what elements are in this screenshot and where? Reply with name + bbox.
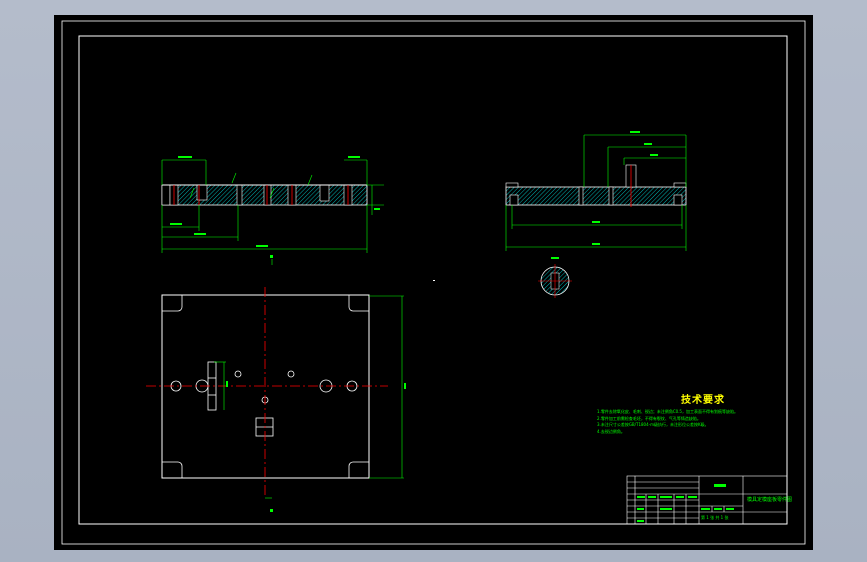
drawing-title: 模具定模座板零件图 (747, 497, 793, 503)
tech-requirement-4: 4.去锐边倒角。 (597, 428, 625, 434)
sheet-info: 第 1 张 共 1 张 (701, 515, 729, 520)
side-section-hatch (505, 186, 687, 206)
detail-view (538, 257, 572, 298)
tech-requirements-title: 技术要求 (681, 395, 725, 406)
outer-frame (61, 20, 806, 545)
plan-view (146, 255, 406, 512)
cad-drawing (61, 20, 806, 545)
side-section-view (505, 131, 687, 251)
plate-outline (161, 294, 370, 479)
technical-requirements: 技术要求 1.零件去除氧化皮、毛刺、锐边；未注倒角C0.5，加工表面不得有划痕等… (597, 391, 827, 435)
drawing-sheet: 技术要求 1.零件去除氧化皮、毛刺、锐边；未注倒角C0.5，加工表面不得有划痕等… (54, 15, 813, 550)
front-section-view (161, 156, 384, 253)
